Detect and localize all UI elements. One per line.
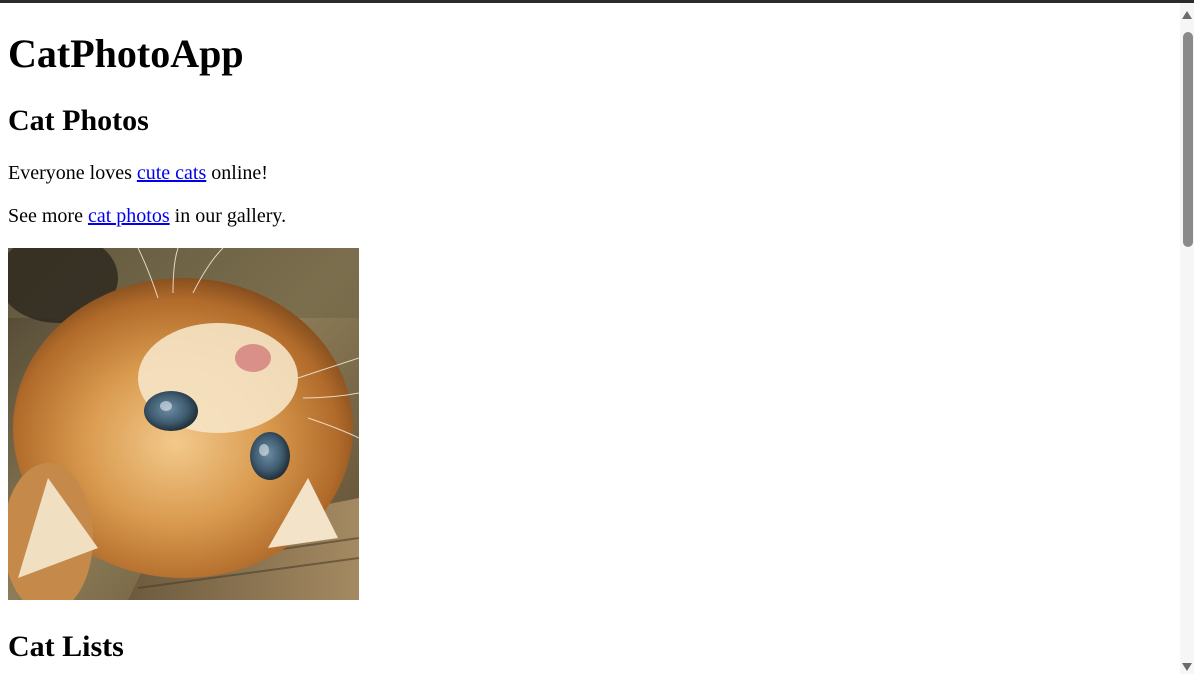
paragraph-text: Everyone loves [8,162,137,184]
section-heading-cat-lists: Cat Lists [8,630,124,663]
vertical-scrollbar[interactable] [1180,3,1194,674]
cat-photos-link[interactable]: cat photos [88,205,170,227]
scrollbar-thumb[interactable] [1183,32,1193,247]
paragraph-see-more: See more cat photos in our gallery. [8,204,286,228]
window-top-border [0,0,1194,3]
paragraph-text: in our gallery. [169,205,287,227]
page-title: CatPhotoApp [8,31,244,76]
paragraph-text: See more [8,205,88,227]
paragraph-text: online! [206,162,268,184]
scroll-up-arrow-icon[interactable] [1182,11,1192,19]
section-heading-cat-photos: Cat Photos [8,104,149,137]
paragraph-everyone-loves: Everyone loves cute cats online! [8,161,268,185]
cat-photo-drawing [8,248,359,600]
cat-photo-image[interactable] [8,248,359,600]
scroll-down-arrow-icon[interactable] [1182,663,1192,671]
cute-cats-link[interactable]: cute cats [137,162,206,184]
